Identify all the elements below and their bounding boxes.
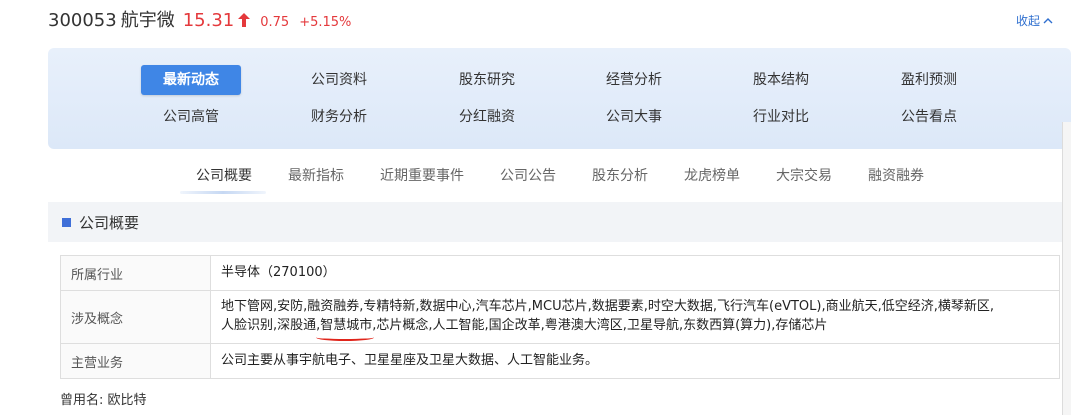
- tab-announcements[interactable]: 公司公告: [500, 160, 556, 194]
- tab-latest-indicators[interactable]: 最新指标: [288, 160, 344, 194]
- industry-label: 所属行业: [60, 255, 211, 291]
- sub-tab-bar: 公司概要 最新指标 近期重要事件 公司公告 股东分析 龙虎榜单 大宗交易 融资融…: [0, 160, 1060, 194]
- concept-line-1: 地下管网,安防,融资融券,专精特新,数据中心,汽车芯片,MCU芯片,数据要素,时…: [221, 299, 994, 314]
- chevron-up-icon: [1043, 17, 1053, 23]
- nav-item-shareholder-research[interactable]: 股东研究: [437, 65, 537, 95]
- active-tab-underline: [180, 191, 266, 194]
- nav-item-announcement-highlights[interactable]: 公告看点: [879, 102, 979, 132]
- table-row: 所属行业 半导体（270100）: [60, 255, 1060, 291]
- tab-margin-trading[interactable]: 融资融券: [868, 160, 924, 194]
- section-header: 公司概要: [48, 202, 1062, 242]
- tab-company-overview[interactable]: 公司概要: [196, 160, 252, 194]
- tab-recent-events[interactable]: 近期重要事件: [380, 160, 464, 194]
- side-scroll-edge: [1062, 122, 1071, 415]
- company-info-table: 所属行业 半导体（270100） 涉及概念 地下管网,安防,融资融券,专精特新,…: [60, 255, 1060, 379]
- tab-shareholder-analysis[interactable]: 股东分析: [592, 160, 648, 194]
- concept-line-2-start: 人脸识别,深股通,: [221, 318, 321, 333]
- arrow-up-icon: [238, 12, 251, 27]
- tab-dragon-tiger[interactable]: 龙虎榜单: [684, 160, 740, 194]
- concept-label: 涉及概念: [60, 290, 211, 344]
- nav-item-latest[interactable]: 最新动态: [141, 65, 241, 95]
- nav-item-dividend-financing[interactable]: 分红融资: [437, 102, 537, 132]
- stock-header: 300053 航宇微 15.31 0.75 +5.15%: [48, 6, 351, 32]
- concept-line-2: 人脸识别,深股通,智慧城市,芯片概念,人工智能,国企改革,粤港澳大湾区,卫星导航…: [221, 315, 1049, 341]
- business-label: 主营业务: [60, 343, 211, 379]
- table-row: 主营业务 公司主要从事宇航电子、卫星星座及卫星大数据、人工智能业务。: [60, 343, 1060, 379]
- price-change-percent: +5.15%: [299, 15, 352, 30]
- concept-line-2-end: ,芯片概念,人工智能,国企改革,粤港澳大湾区,卫星导航,东数西算(算力),存储芯…: [372, 318, 828, 333]
- nav-item-operation-analysis[interactable]: 经营分析: [584, 65, 684, 95]
- stock-name: 航宇微: [120, 10, 175, 31]
- collapse-button[interactable]: 收起: [1016, 12, 1053, 29]
- stock-price: 15.31: [182, 10, 235, 31]
- stock-profile-page: 300053 航宇微 15.31 0.75 +5.15% 收起 最新动态 公司资…: [0, 0, 1071, 415]
- nav-item-profit-forecast[interactable]: 盈利预测: [879, 65, 979, 95]
- nav-item-executives[interactable]: 公司高管: [141, 102, 241, 132]
- nav-row-1: 最新动态 公司资料 股东研究 经营分析 股本结构 盈利预测: [48, 65, 1071, 95]
- price-change: 0.75: [260, 15, 290, 30]
- nav-item-financial-analysis[interactable]: 财务分析: [289, 102, 389, 132]
- square-bullet-icon: [62, 217, 71, 227]
- module-nav-panel: 最新动态 公司资料 股东研究 经营分析 股本结构 盈利预测 公司高管 财务分析 …: [48, 48, 1071, 149]
- former-name: 曾用名: 欧比特: [60, 393, 147, 408]
- concept-value: 地下管网,安防,融资融券,专精特新,数据中心,汽车芯片,MCU芯片,数据要素,时…: [210, 290, 1060, 344]
- nav-row-2: 公司高管 财务分析 分红融资 公司大事 行业对比 公告看点: [48, 102, 1071, 132]
- industry-value: 半导体（270100）: [210, 255, 1060, 291]
- stock-code: 300053: [48, 10, 117, 31]
- business-value: 公司主要从事宇航电子、卫星星座及卫星大数据、人工智能业务。: [210, 343, 1060, 379]
- nav-item-company-events[interactable]: 公司大事: [584, 102, 684, 132]
- highlighted-concept: 智慧城市: [316, 315, 375, 341]
- nav-item-industry-compare[interactable]: 行业对比: [731, 102, 831, 132]
- tab-block-trade[interactable]: 大宗交易: [776, 160, 832, 194]
- nav-item-capital-structure[interactable]: 股本结构: [731, 65, 831, 95]
- nav-item-company-info[interactable]: 公司资料: [289, 65, 389, 95]
- collapse-label: 收起: [1015, 14, 1040, 28]
- section-title: 公司概要: [79, 213, 140, 232]
- table-row: 涉及概念 地下管网,安防,融资融券,专精特新,数据中心,汽车芯片,MCU芯片,数…: [60, 290, 1060, 344]
